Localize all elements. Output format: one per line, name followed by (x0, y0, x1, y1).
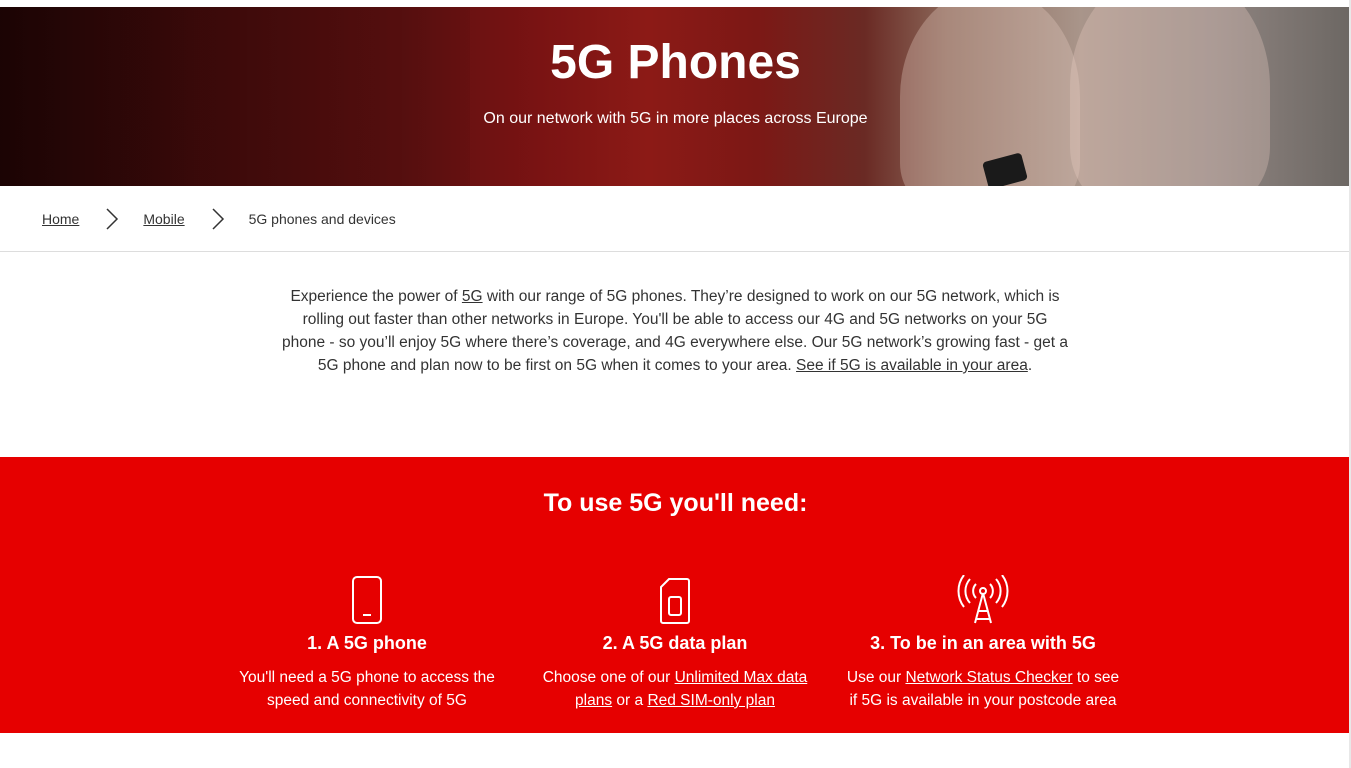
requirement-title: 3. To be in an area with 5G (870, 633, 1096, 653)
requirement-text: You'll need a 5G phone to access the spe… (239, 669, 495, 709)
page-subtitle: On our network with 5G in more places ac… (483, 110, 868, 127)
breadcrumb-home-link[interactable]: Home (42, 211, 79, 227)
red-sim-only-plan-link[interactable]: Red SIM-only plan (647, 692, 775, 709)
requirement-text-part: Choose one of our (542, 669, 675, 686)
breadcrumb-current: 5G phones and devices (248, 210, 396, 227)
chevron-right-icon (99, 207, 123, 231)
top-strip (0, 0, 1351, 7)
breadcrumb: Home Mobile 5G phones and devices (0, 186, 1351, 252)
requirement-title: 1. A 5G phone (307, 633, 427, 653)
page-footer-gap (0, 733, 1351, 768)
network-status-checker-link[interactable]: Network Status Checker (905, 669, 1072, 686)
intro-paragraph: Experience the power of 5G with our rang… (280, 285, 1070, 377)
requirement-phone: 1. A 5G phone You'll need a 5G phone to … (227, 567, 507, 712)
5g-link[interactable]: 5G (462, 288, 483, 305)
requirement-text-part: or a (612, 692, 648, 709)
sim-card-icon (535, 567, 815, 625)
requirements-section: To use 5G you'll need: 1. A 5G phone You… (0, 457, 1351, 733)
chevron-right-icon (205, 207, 229, 231)
hero-photo-person-left (900, 7, 1080, 186)
requirement-text: Choose one of our Unlimited Max data pla… (535, 666, 815, 712)
requirements-title: To use 5G you'll need: (543, 489, 808, 517)
intro-text: Experience the power of (290, 288, 462, 305)
smartphone-icon (227, 567, 507, 625)
hero-banner: 5G Phones On our network with 5G in more… (0, 7, 1351, 186)
requirement-text-part: Use our (846, 669, 906, 686)
requirement-coverage: 3. To be in an area with 5G Use our Netw… (843, 567, 1123, 712)
breadcrumb-mobile-link[interactable]: Mobile (143, 211, 184, 227)
signal-tower-icon (843, 567, 1123, 625)
requirement-title: 2. A 5G data plan (602, 633, 748, 653)
requirement-data-plan: 2. A 5G data plan Choose one of our Unli… (535, 567, 815, 712)
hero-photo-person-right (1070, 7, 1270, 186)
requirement-text: Use our Network Status Checker to see if… (843, 666, 1123, 712)
intro-text: . (1027, 357, 1033, 374)
page-title: 5G Phones (550, 36, 801, 89)
hero-shade (0, 7, 470, 186)
coverage-check-link[interactable]: See if 5G is available in your area (796, 357, 1028, 374)
